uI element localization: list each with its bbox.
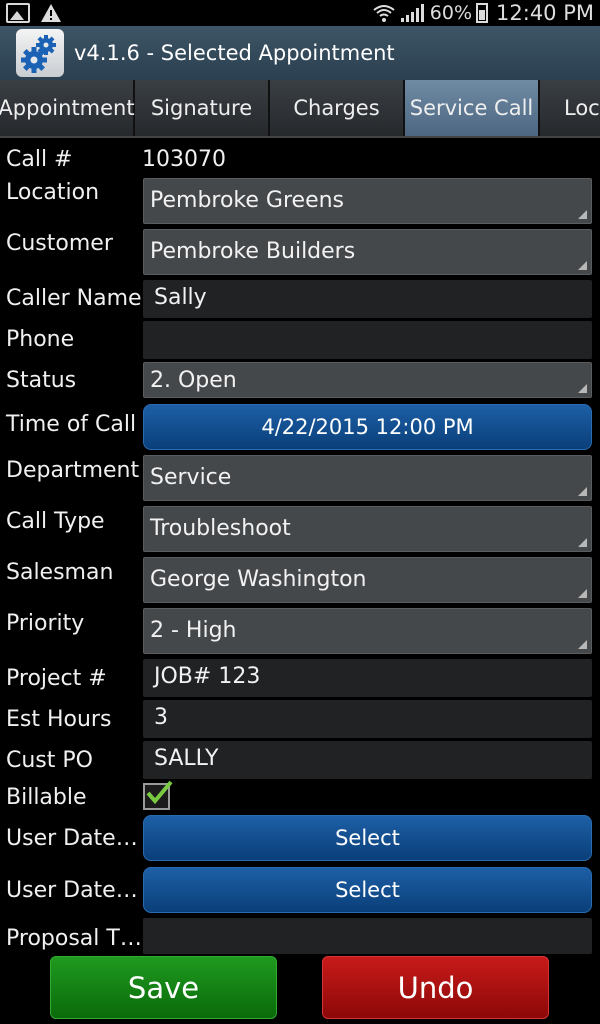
est-hours-value: 3 xyxy=(154,705,168,730)
department-dropdown[interactable]: Service xyxy=(143,455,592,501)
salesman-dropdown[interactable]: George Washington xyxy=(143,557,592,603)
salesman-label: Salesman xyxy=(6,560,114,585)
project-number-label: Project # xyxy=(6,666,107,691)
save-button[interactable]: Save xyxy=(50,956,277,1019)
priority-value: 2 - High xyxy=(150,618,237,643)
call-type-dropdown[interactable]: Troubleshoot xyxy=(143,506,592,552)
est-hours-label: Est Hours xyxy=(6,707,112,732)
user-date-1-select-button[interactable]: Select xyxy=(143,815,592,861)
status-bar: 60% 12:40 PM xyxy=(0,0,600,26)
tab-appointment[interactable]: Appointment xyxy=(0,80,135,136)
call-type-label: Call Type xyxy=(6,509,105,534)
dropdown-arrow-icon xyxy=(578,589,587,598)
location-value: Pembroke Greens xyxy=(150,188,345,213)
tab-signature[interactable]: Signature xyxy=(135,80,270,136)
status-label: Status xyxy=(6,368,77,393)
time-of-call-button[interactable]: 4/22/2015 12:00 PM xyxy=(143,404,592,450)
priority-dropdown[interactable]: 2 - High xyxy=(143,608,592,654)
time-of-call-label: Time of Call xyxy=(6,412,137,437)
billable-label: Billable xyxy=(6,785,87,810)
cust-po-label: Cust PO xyxy=(6,748,93,773)
customer-label: Customer xyxy=(6,231,113,256)
status-dropdown[interactable]: 2. Open xyxy=(143,362,592,398)
customer-dropdown[interactable]: Pembroke Builders xyxy=(143,229,592,275)
checkmark-icon xyxy=(146,780,173,805)
caller-name-field[interactable]: Sally xyxy=(143,280,592,318)
dropdown-arrow-icon xyxy=(578,261,587,270)
dropdown-arrow-icon xyxy=(578,384,587,393)
department-label: Department xyxy=(6,458,140,483)
department-value: Service xyxy=(150,465,232,490)
image-notification-icon xyxy=(6,3,30,23)
project-number-field[interactable]: JOB# 123 xyxy=(143,659,592,697)
location-label: Location xyxy=(6,180,100,205)
app-title: v4.1.6 - Selected Appointment xyxy=(74,41,395,65)
wifi-icon xyxy=(373,5,395,22)
proposal-label: Proposal T… xyxy=(6,926,142,951)
title-bar: v4.1.6 - Selected Appointment xyxy=(0,26,600,80)
signal-icon xyxy=(400,4,424,22)
billable-checkbox[interactable] xyxy=(143,780,173,810)
tab-bar: Appointment Signature Charges Service Ca… xyxy=(0,80,600,138)
phone-label: Phone xyxy=(6,327,75,352)
dropdown-arrow-icon xyxy=(578,487,587,496)
salesman-value: George Washington xyxy=(150,567,367,592)
caller-name-value: Sally xyxy=(154,285,207,310)
user-date-1-label: User Date… xyxy=(6,826,138,851)
priority-label: Priority xyxy=(6,611,85,636)
gears-app-icon[interactable] xyxy=(16,29,64,77)
caller-name-label: Caller Name xyxy=(6,286,142,311)
battery-icon xyxy=(476,3,489,23)
project-number-value: JOB# 123 xyxy=(154,664,261,689)
user-date-2-select-button[interactable]: Select xyxy=(143,867,592,913)
dropdown-arrow-icon xyxy=(578,538,587,547)
tab-charges[interactable]: Charges xyxy=(270,80,405,136)
dropdown-arrow-icon xyxy=(578,210,587,219)
proposal-field[interactable] xyxy=(143,918,592,954)
phone-field[interactable] xyxy=(143,321,592,359)
cust-po-value: SALLY xyxy=(154,746,219,771)
tab-location[interactable]: Loc xyxy=(540,80,600,136)
battery-percent: 60% xyxy=(429,2,473,24)
location-dropdown[interactable]: Pembroke Greens xyxy=(143,178,592,224)
call-number-label: Call # xyxy=(6,147,73,172)
call-number-value: 103070 xyxy=(142,147,226,172)
status-value: 2. Open xyxy=(150,368,237,393)
clock: 12:40 PM xyxy=(496,1,594,25)
cust-po-field[interactable]: SALLY xyxy=(143,741,592,779)
user-date-2-label: User Date… xyxy=(6,878,138,903)
tab-service-call[interactable]: Service Call xyxy=(405,80,540,136)
call-type-value: Troubleshoot xyxy=(150,516,291,541)
undo-button[interactable]: Undo xyxy=(322,956,549,1019)
dropdown-arrow-icon xyxy=(578,640,587,649)
warning-icon xyxy=(41,4,61,22)
customer-value: Pembroke Builders xyxy=(150,239,356,264)
est-hours-field[interactable]: 3 xyxy=(143,700,592,738)
